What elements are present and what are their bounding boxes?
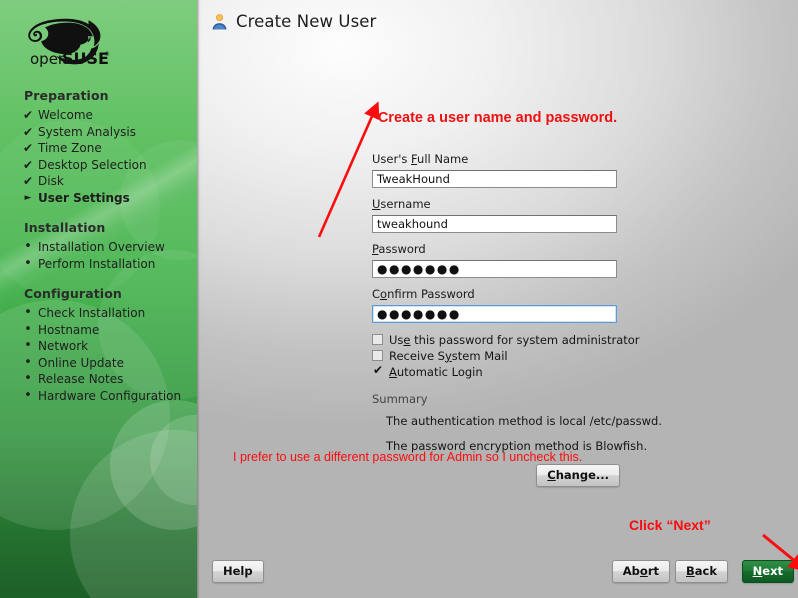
step-group-title: Configuration (24, 286, 122, 301)
bokeh-circle (150, 415, 197, 505)
summary-line: The authentication method is local /etc/… (386, 414, 663, 428)
step-group: Installation • Installation Overview • Perfo… (0, 220, 197, 272)
sidebar-step-check-installation: • Check Installation (0, 305, 197, 322)
bokeh-circle (70, 430, 197, 598)
sidebar-step-label: Time Zone (38, 141, 102, 155)
step-group: Configuration • Check Installation • Hostnam… (0, 286, 197, 404)
next-button[interactable]: Next (741, 560, 794, 583)
bullet-icon: • (24, 338, 32, 353)
panel-edge-shadow (197, 0, 201, 598)
checkbox-row-receive-system-mail[interactable]: Receive System Mail (372, 348, 620, 363)
user-icon (211, 13, 228, 30)
installer-sidebar: open SUSE ® Preparation ✔ Welcome ✔ System A… (0, 0, 197, 598)
checkbox-label-receive-system-mail: Receive System Mail (389, 348, 508, 363)
sidebar-step-hardware-configuration: • Hardware Configuration (0, 388, 197, 405)
sidebar-step-disk: ✔ Disk (0, 173, 197, 190)
sidebar-step-network: • Network (0, 338, 197, 355)
checkbox-unchecked-icon[interactable] (372, 350, 383, 361)
installer-content-panel: Create New User Create a user name and p… (197, 0, 798, 598)
sidebar-step-welcome: ✔ Welcome (0, 107, 197, 124)
bokeh-circle (110, 400, 197, 530)
sidebar-step-installation-overview: • Installation Overview (0, 239, 197, 256)
form-fields: User's Full Name Username Password Confirm … (372, 152, 620, 332)
checkbox-label-use-password-for-admin: Use this password for system administrat… (389, 332, 640, 347)
sidebar-step-label: User Settings (38, 190, 130, 205)
sidebar-step-label: Disk (38, 174, 64, 188)
step-group-title: Preparation (24, 88, 109, 103)
check-icon: ✔ (22, 124, 34, 139)
checkbox-unchecked-icon[interactable] (372, 334, 383, 345)
arrow-to-admin-checkbox (317, 101, 380, 238)
label-password: Password (372, 242, 426, 256)
installer-steps: Preparation ✔ Welcome ✔ System Analysis ✔ Time… (0, 88, 197, 418)
sidebar-step-hostname: • Hostname (0, 322, 197, 339)
sidebar-step-system-analysis: ✔ System Analysis (0, 124, 197, 141)
password-input[interactable] (372, 260, 617, 278)
check-icon: ✔ (22, 108, 34, 122)
form-checkboxes: Use this password for system administrat… (372, 332, 640, 379)
checkbox-label-automatic-login: Automatic Login (389, 364, 483, 379)
step-group-title: Installation (24, 220, 106, 235)
sidebar-step-label: Desktop Selection (38, 157, 147, 172)
sidebar-step-label: Hostname (38, 322, 100, 337)
help-button[interactable]: Help (212, 560, 264, 583)
sidebar-step-label: Welcome (38, 108, 93, 122)
confirm-password-input[interactable] (372, 305, 617, 323)
check-icon: ✔ (22, 157, 34, 172)
check-icon: ✔ (22, 174, 34, 188)
installer-window: open SUSE ® Preparation ✔ Welcome ✔ System A… (0, 0, 798, 598)
checkbox-row-use-password-for-admin[interactable]: Use this password for system administrat… (372, 332, 640, 347)
sidebar-step-label: Release Notes (38, 372, 124, 386)
back-button[interactable]: Back (675, 560, 728, 583)
sidebar-step-label: Online Update (38, 355, 124, 370)
label-confirm-password: Confirm Password (372, 287, 475, 301)
sidebar-step-label: Check Installation (38, 306, 146, 320)
dialog-title-bar: Create New User (211, 12, 376, 31)
label-username: Username (372, 197, 431, 211)
sidebar-step-desktop-selection: ✔ Desktop Selection (0, 157, 197, 174)
sidebar-step-perform-installation: • Perform Installation (0, 256, 197, 273)
sidebar-step-release-notes: • Release Notes (0, 371, 197, 388)
opensuse-logo: open SUSE ® (14, 10, 110, 70)
label-full-name: User's Full Name (372, 152, 469, 166)
bullet-icon: • (24, 371, 32, 386)
abort-button[interactable]: Abort (611, 560, 670, 583)
arrow-to-next-button (762, 533, 798, 573)
annotation-uncheck-note: I prefer to use a different password for… (233, 450, 583, 464)
dialog-button-bar: Help Abort Back Next (197, 560, 798, 584)
bullet-icon: • (24, 321, 32, 337)
change-button[interactable]: Change... (536, 464, 620, 487)
bullet-icon: • (24, 239, 32, 254)
checkbox-row-automatic-login[interactable]: Automatic Login (372, 363, 620, 379)
sidebar-step-user-settings: ► User Settings (0, 190, 197, 207)
sidebar-step-label: Hardware Configuration (38, 388, 182, 403)
svg-text:®: ® (104, 51, 110, 58)
svg-text:SUSE: SUSE (62, 49, 109, 68)
sidebar-step-label: System Analysis (38, 124, 137, 139)
bullet-icon: • (24, 305, 32, 320)
arrow-right-icon: ► (24, 192, 32, 203)
sidebar-step-label: Perform Installation (38, 256, 156, 271)
check-icon: ✔ (22, 141, 34, 155)
sidebar-step-time-zone: ✔ Time Zone (0, 140, 197, 157)
checkbox-checked-icon[interactable] (372, 363, 383, 377)
annotation-next-note: Click “Next” (629, 517, 711, 533)
summary-section: Summary The authentication method is loc… (372, 392, 663, 487)
username-input[interactable] (372, 215, 617, 233)
step-group: Preparation ✔ Welcome ✔ System Analysis ✔ Time… (0, 88, 197, 206)
change-button-row: Change... (386, 464, 620, 487)
page-heading: Create a user name and password. (377, 110, 618, 126)
sidebar-step-label: Installation Overview (38, 240, 165, 254)
bullet-icon: • (24, 255, 32, 271)
full-name-input[interactable] (372, 170, 617, 188)
sidebar-step-online-update: • Online Update (0, 355, 197, 372)
sidebar-step-label: Network (38, 339, 89, 353)
summary-title: Summary (372, 392, 428, 406)
bullet-icon: • (24, 387, 32, 403)
bullet-icon: • (24, 354, 32, 370)
user-form: User's Full Name Username Password Confirm … (372, 152, 663, 487)
dialog-title-text: Create New User (236, 12, 377, 31)
